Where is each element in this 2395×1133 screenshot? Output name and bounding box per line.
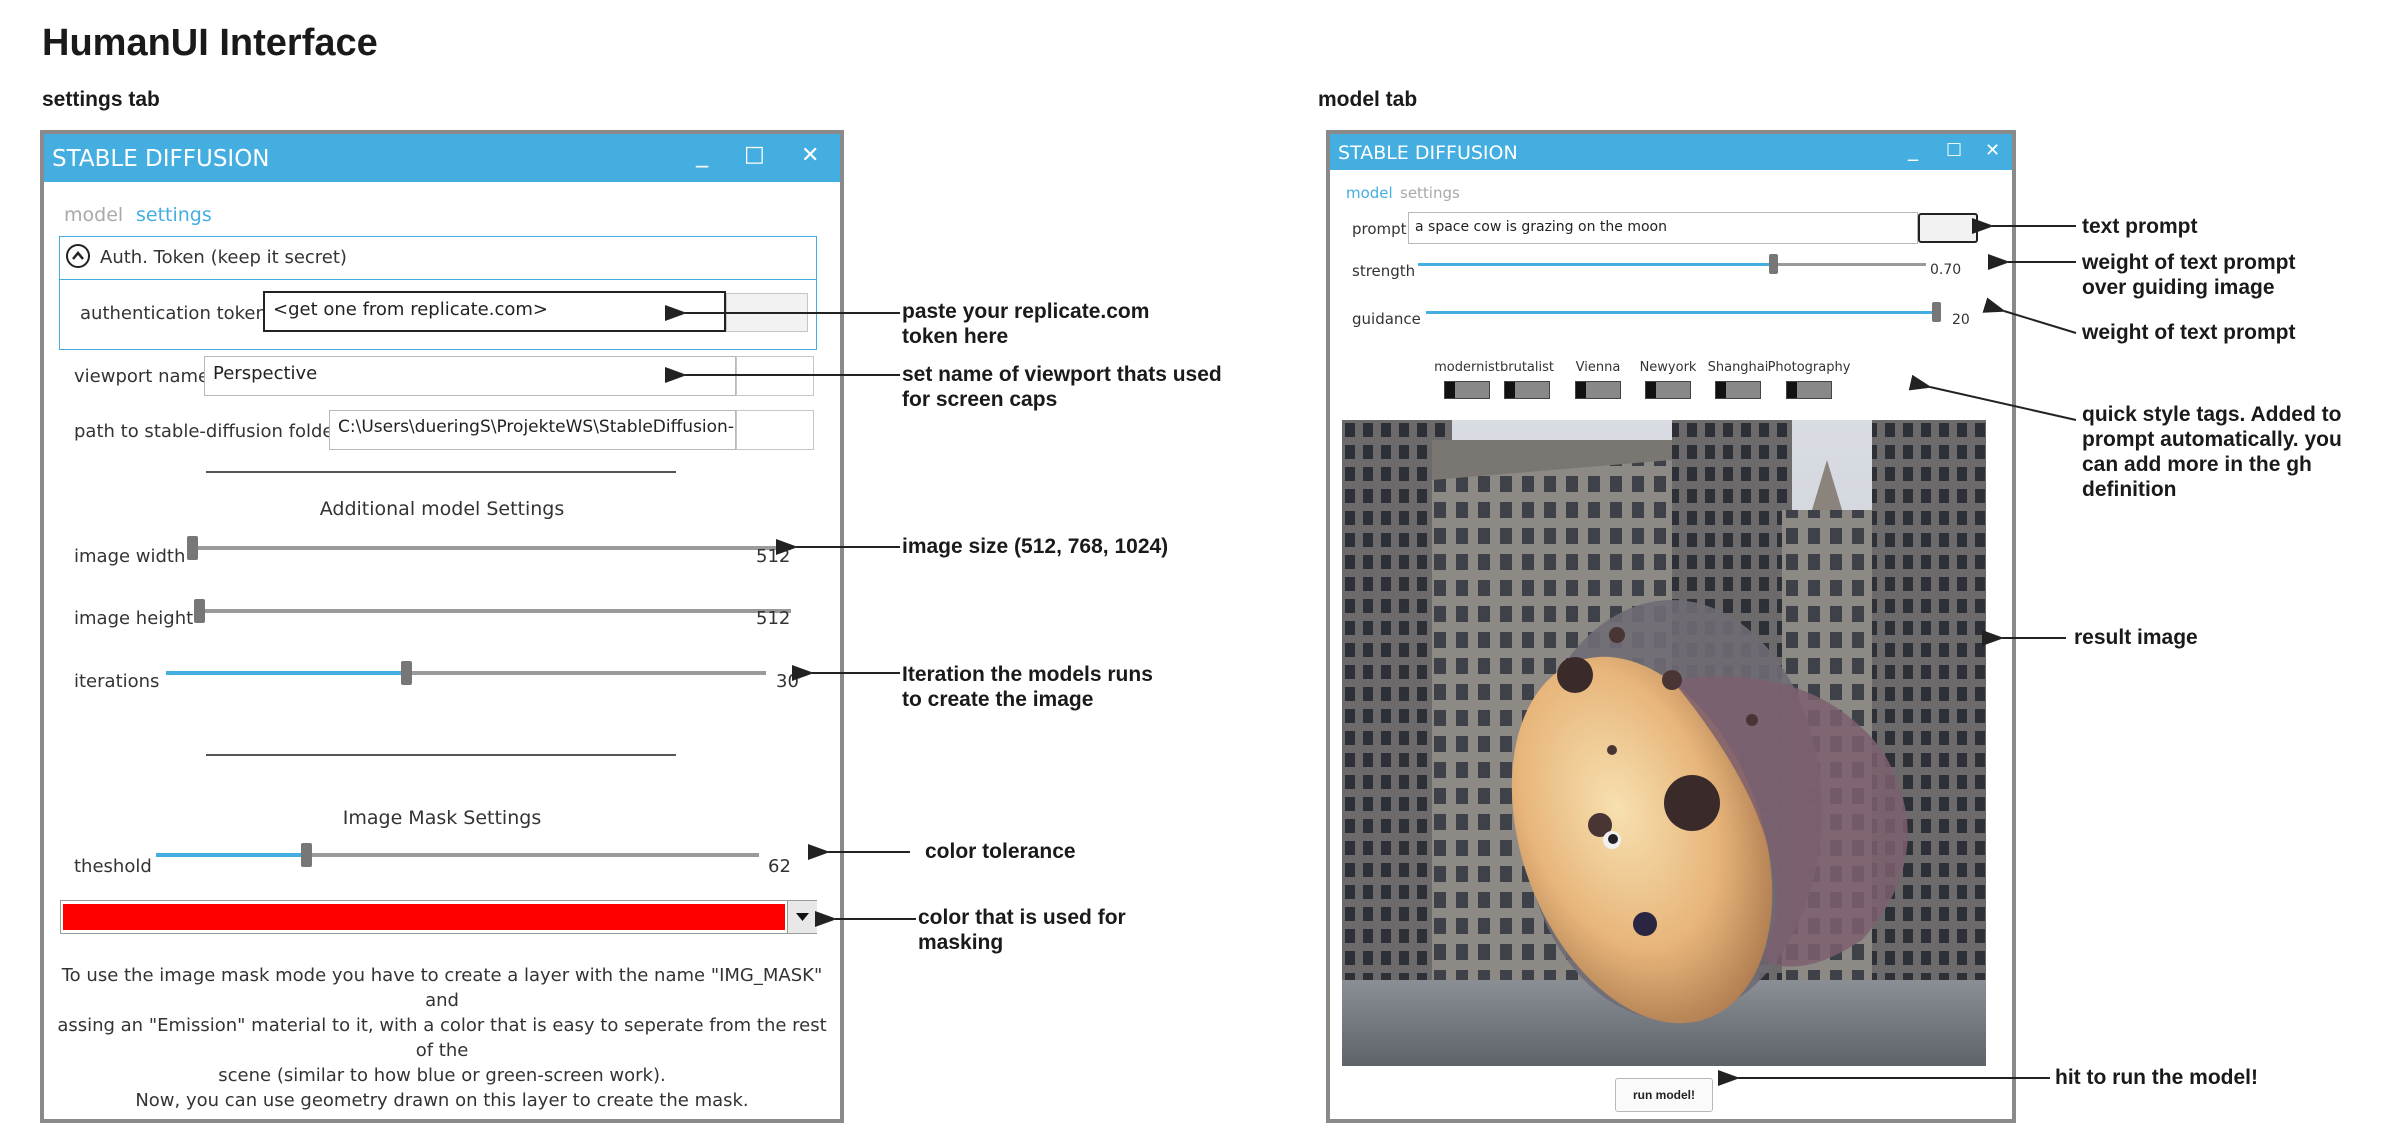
annotation-viewport: set name of viewport thats used for scree… xyxy=(902,363,1222,411)
annotation-guidance: weight of text prompt xyxy=(2082,321,2296,344)
annotation-image-size: image size (512, 768, 1024) xyxy=(902,535,1169,558)
annotation-tolerance: color tolerance xyxy=(925,840,1076,863)
annotation-result: result image xyxy=(2074,626,2198,649)
annotation-token: paste your replicate.com token here xyxy=(902,300,1150,348)
annotation-arrows xyxy=(665,218,2077,1086)
annotation-tags: quick style tags. Added to prompt automat… xyxy=(2082,403,2342,501)
annotation-strength: weight of text prompt over guiding image xyxy=(2082,251,2296,299)
annotation-mask-color: color that is used for masking xyxy=(918,906,1126,954)
annotation-run: hit to run the model! xyxy=(2055,1066,2258,1089)
annotation-iterations: Iteration the models runs to create the i… xyxy=(902,663,1153,711)
annotation-text-prompt: text prompt xyxy=(2082,215,2198,238)
